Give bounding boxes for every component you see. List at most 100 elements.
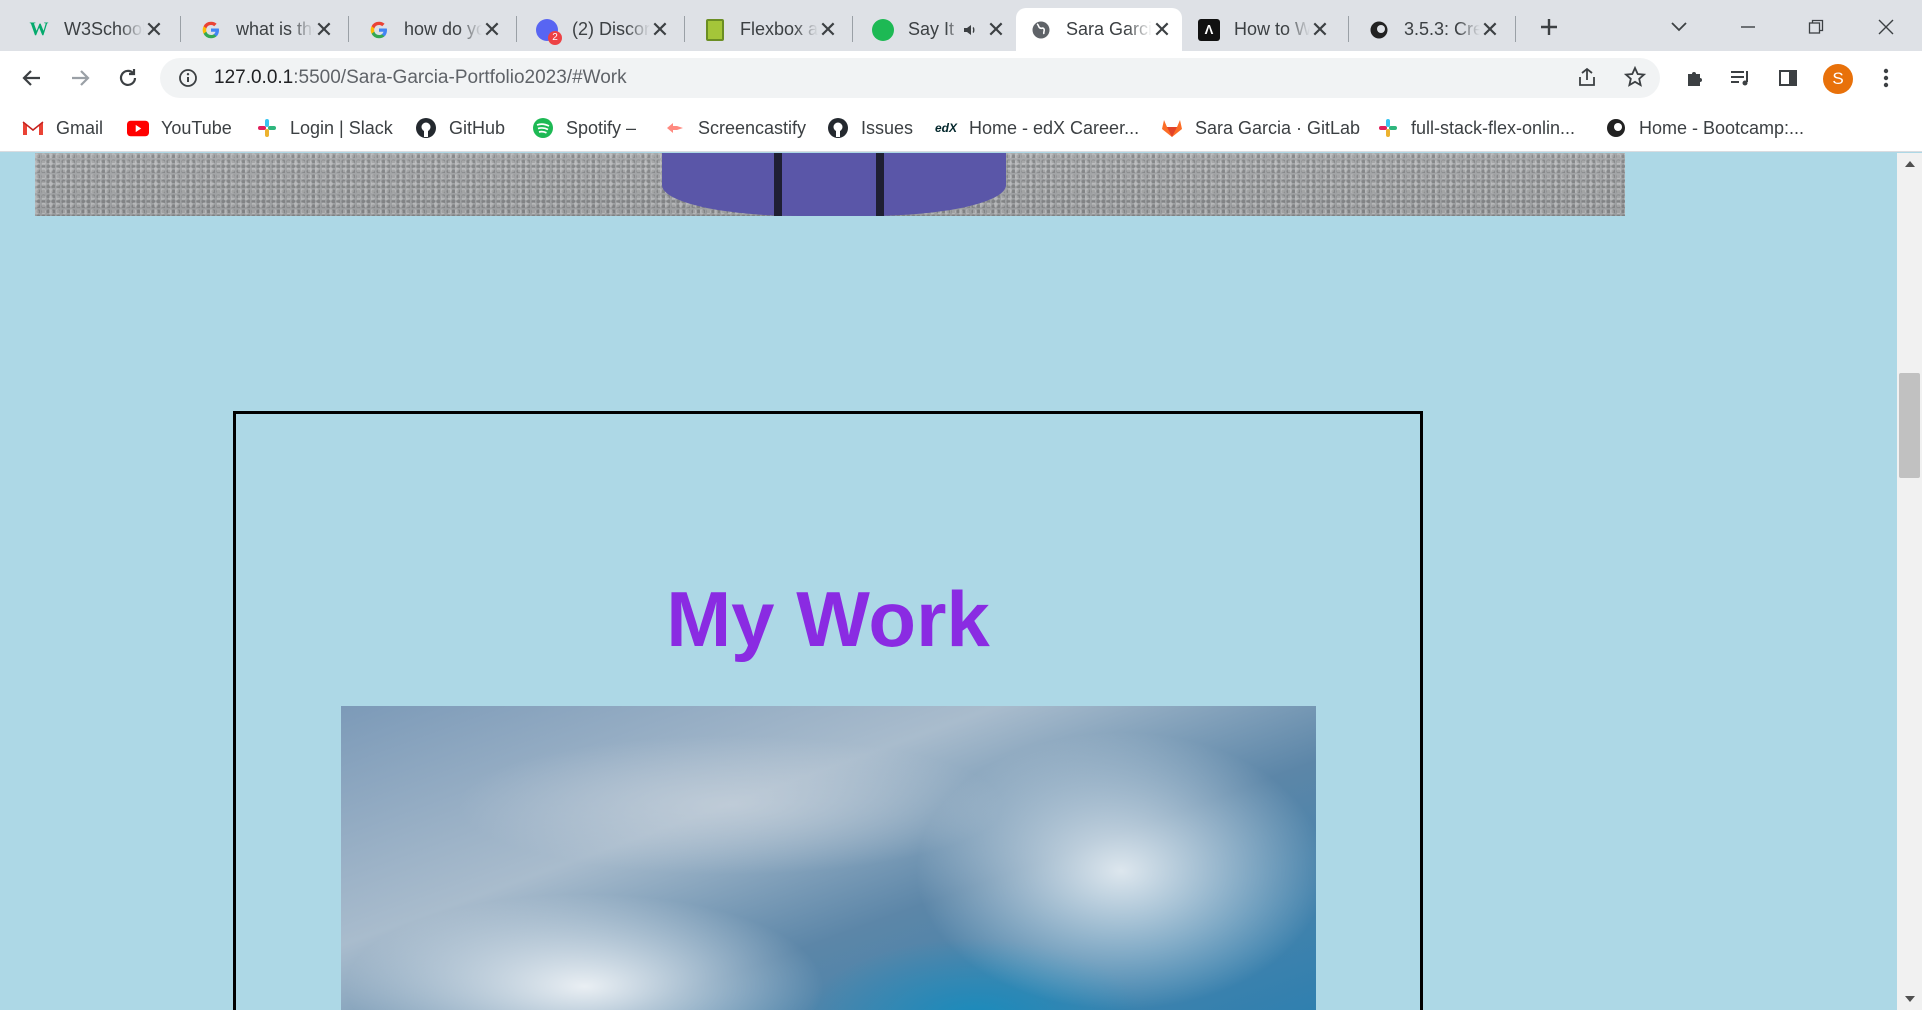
bookmark-label: Login | Slack xyxy=(290,117,393,138)
arrow-left-icon xyxy=(22,70,40,86)
bookmark-label: Home - Bootcamp:... xyxy=(1639,117,1805,138)
media-control-button[interactable] xyxy=(1722,59,1760,97)
tab-title: 3.5.3: Cre xyxy=(1404,19,1480,39)
url-text[interactable]: 127.0.0.1:5500/Sara-Garcia-Portfolio2023… xyxy=(214,67,627,89)
puzzle-icon xyxy=(1688,72,1702,86)
arrow-right-icon xyxy=(72,70,90,86)
tab-separator xyxy=(684,16,685,42)
bookmark-issues[interactable]: Issues xyxy=(827,114,913,142)
scroll-down-arrow[interactable] xyxy=(1897,988,1922,1010)
tab-separator xyxy=(1515,16,1516,42)
bookmark-youtube[interactable]: YouTube xyxy=(127,114,232,142)
page-scrollbar[interactable] xyxy=(1897,153,1922,1010)
address-bar[interactable]: 127.0.0.1:5500/Sara-Garcia-Portfolio2023… xyxy=(160,58,1660,98)
tab-separator xyxy=(516,16,517,42)
hero-image xyxy=(35,153,1625,216)
tab-bootcamp[interactable]: 3.5.3: Cre ✕ xyxy=(1354,8,1510,51)
sheets-icon xyxy=(704,18,726,41)
bookmark-github[interactable]: GitHub xyxy=(415,114,505,142)
tab-strip: W W3Schools ✕ what is the ✕ how do you ✕… xyxy=(0,0,1922,51)
bootcamp-icon xyxy=(1605,117,1627,139)
close-icon[interactable]: ✕ xyxy=(1310,18,1330,41)
close-icon[interactable]: ✕ xyxy=(482,18,502,41)
share-button[interactable] xyxy=(1570,60,1604,94)
bookmark-gmail[interactable]: Gmail xyxy=(22,114,103,142)
tab-title: Flexbox an xyxy=(740,19,818,39)
tab-title: Sara Garcia xyxy=(1066,19,1152,39)
minimize-button[interactable] xyxy=(1728,8,1768,46)
restore-button[interactable] xyxy=(1796,8,1836,46)
tab-w3schools[interactable]: W W3Schools ✕ xyxy=(14,8,174,51)
scrollbar-thumb[interactable] xyxy=(1899,373,1920,479)
globe-icon xyxy=(1030,19,1052,41)
github-icon xyxy=(415,117,437,139)
tab-webflow[interactable]: Λ How to W ✕ xyxy=(1184,8,1340,51)
tab-sara-garcia[interactable]: Sara Garcia ✕ xyxy=(1016,8,1182,51)
bookmark-label: full-stack-flex-onlin... xyxy=(1411,117,1576,138)
tab-title: How to W xyxy=(1234,19,1310,39)
github-icon xyxy=(827,117,849,139)
extensions-button[interactable] xyxy=(1676,59,1714,97)
tab-sheets[interactable]: Flexbox an ✕ xyxy=(690,8,848,51)
menu-button[interactable] xyxy=(1867,59,1905,97)
bookmark-screencastify[interactable]: Screencastify xyxy=(664,114,806,142)
hero-figure xyxy=(662,153,1006,216)
speaker-icon[interactable] xyxy=(962,22,978,38)
bookmark-slack-login[interactable]: Login | Slack xyxy=(256,114,393,142)
gmail-icon xyxy=(22,117,44,139)
side-panel-icon xyxy=(1779,70,1797,86)
tab-search-button[interactable] xyxy=(1660,8,1698,46)
close-icon[interactable]: ✕ xyxy=(1480,18,1500,41)
tab-google-2[interactable]: how do you ✕ xyxy=(354,8,512,51)
playlist-icon xyxy=(1731,71,1748,86)
close-icon xyxy=(1878,19,1894,35)
edx-icon: edX xyxy=(935,121,958,135)
bookmark-bootcamp[interactable]: Home - Bootcamp:... xyxy=(1605,114,1804,142)
slack-icon xyxy=(256,117,278,139)
work-project-image[interactable] xyxy=(341,706,1316,1010)
close-icon[interactable]: ✕ xyxy=(650,18,670,41)
youtube-icon xyxy=(127,117,149,139)
side-panel-button[interactable] xyxy=(1769,59,1807,97)
discord-icon: 2 xyxy=(536,18,562,45)
close-icon[interactable]: ✕ xyxy=(818,18,838,41)
page-viewport: My Work xyxy=(0,153,1897,1010)
bookmark-star-button[interactable] xyxy=(1618,60,1652,94)
tab-title: how do you xyxy=(404,19,482,39)
plus-icon xyxy=(1541,19,1557,35)
close-icon[interactable]: ✕ xyxy=(144,18,164,41)
bookmark-edx[interactable]: edX Home - edX Career... xyxy=(935,114,1139,142)
close-icon[interactable]: ✕ xyxy=(314,18,334,41)
bookmark-slack-channel[interactable]: full-stack-flex-onlin... xyxy=(1377,114,1575,142)
tab-title: what is the xyxy=(236,19,314,39)
tab-discord[interactable]: 2 (2) Discord ✕ xyxy=(522,8,680,51)
bootcamp-icon xyxy=(1368,19,1390,41)
tab-separator xyxy=(180,16,181,42)
reload-icon xyxy=(119,69,137,86)
profile-avatar[interactable]: S xyxy=(1823,64,1853,94)
bookmark-gitlab[interactable]: Sara Garcia · GitLab xyxy=(1161,114,1360,142)
back-button[interactable] xyxy=(13,59,51,97)
tab-spotify[interactable]: Say It ✕ xyxy=(858,8,1016,51)
spotify-icon xyxy=(872,18,894,41)
restore-icon xyxy=(1808,19,1824,34)
tab-title: W3Schools xyxy=(64,19,144,39)
info-icon[interactable] xyxy=(178,68,198,88)
close-window-button[interactable] xyxy=(1866,8,1906,46)
tab-separator xyxy=(1348,16,1349,42)
reload-button[interactable] xyxy=(109,59,147,97)
bookmark-spotify[interactable]: Spotify – xyxy=(532,114,636,142)
close-icon[interactable]: ✕ xyxy=(986,18,1006,41)
new-tab-button[interactable] xyxy=(1530,8,1568,46)
bookmark-label: Spotify – xyxy=(566,117,637,138)
close-icon[interactable]: ✕ xyxy=(1152,18,1172,41)
w3schools-icon: W xyxy=(29,18,49,40)
tab-google-1[interactable]: what is the ✕ xyxy=(186,8,344,51)
google-icon xyxy=(200,19,222,41)
tab-title: (2) Discord xyxy=(572,19,650,39)
bookmark-label: Sara Garcia · GitLab xyxy=(1195,117,1361,138)
gitlab-icon xyxy=(1161,117,1183,139)
notification-badge: 2 xyxy=(548,30,562,45)
forward-button[interactable] xyxy=(61,59,99,97)
scroll-up-arrow[interactable] xyxy=(1897,153,1922,175)
